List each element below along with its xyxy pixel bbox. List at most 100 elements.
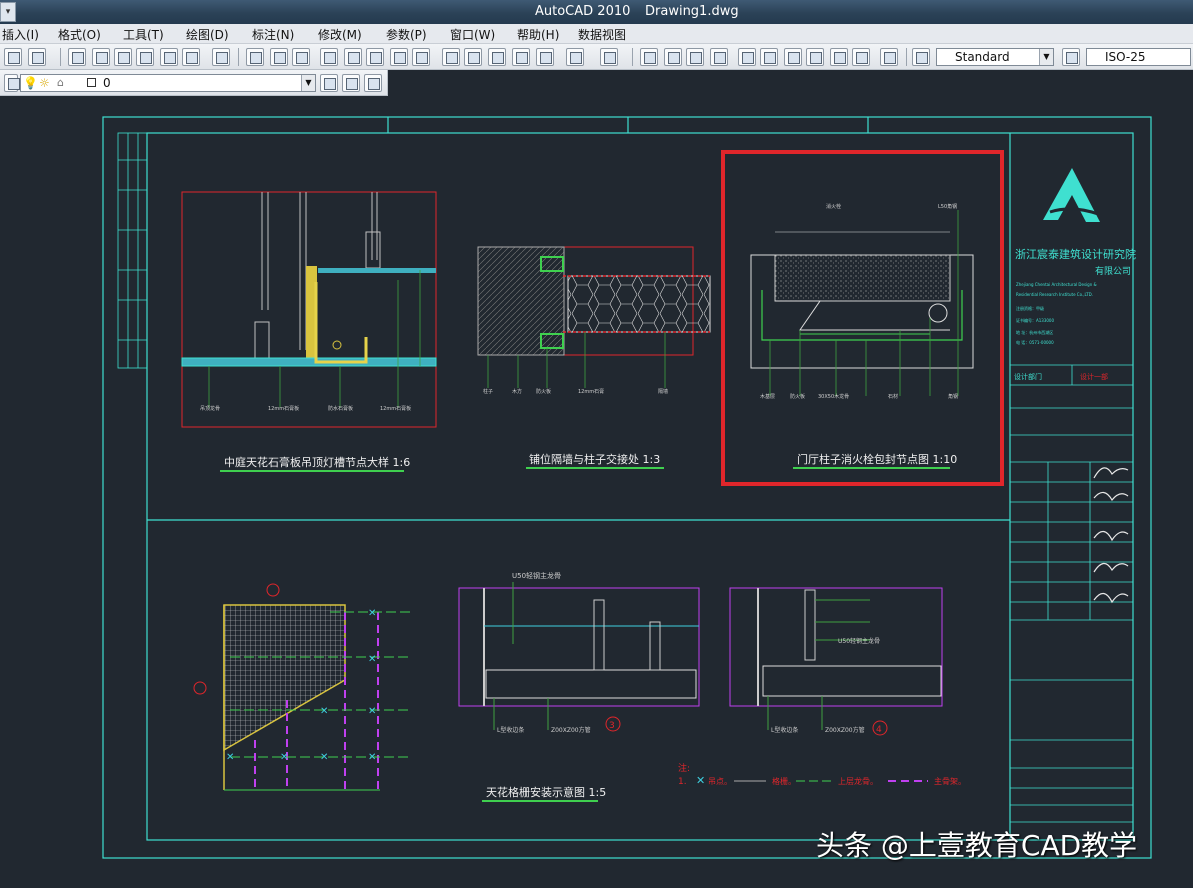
tool-palette-icon[interactable] (114, 48, 132, 66)
redo2-icon[interactable] (600, 48, 618, 66)
sheet-set-icon[interactable] (136, 48, 154, 66)
svg-text:Residential Research Institute: Residential Research Institute Co.,LTD. (1016, 292, 1093, 297)
menu-help[interactable]: 帮助(H) (517, 26, 559, 43)
markup2-icon[interactable] (830, 48, 848, 66)
svg-text:✕: ✕ (368, 752, 376, 763)
3d-dwf-icon[interactable] (390, 48, 408, 66)
svg-text:12mm石膏: 12mm石膏 (578, 388, 604, 395)
layer-select[interactable]: 💡 ☼ ⌂ 0 ▼ (20, 74, 316, 92)
menu-insert[interactable]: 插入(I) (2, 26, 39, 43)
markup-icon[interactable] (160, 48, 178, 66)
qnew-icon[interactable] (246, 48, 264, 66)
text-style-icon[interactable] (912, 48, 930, 66)
menu-data-view[interactable]: 数据视图 (578, 26, 626, 43)
detail-1-ceiling-section: 吊顶龙骨 12mm石膏板 防水石膏板 12mm石膏板 (181, 191, 437, 428)
chevron-down-icon: ▼ (301, 75, 315, 91)
properties2-icon[interactable] (738, 48, 756, 66)
help2-icon[interactable] (880, 48, 898, 66)
svg-text:✕: ✕ (368, 608, 376, 619)
copy-icon[interactable] (464, 48, 482, 66)
svg-text:地 址：杭州市西湖区: 地 址：杭州市西湖区 (1016, 329, 1053, 335)
svg-text:隔墙: 隔墙 (658, 388, 668, 395)
zoom-previous-icon[interactable] (710, 48, 728, 66)
save-icon[interactable] (292, 48, 310, 66)
tool-palette2-icon[interactable] (784, 48, 802, 66)
paste-icon[interactable] (488, 48, 506, 66)
sheet-set2-icon[interactable] (806, 48, 824, 66)
layer-state-icon[interactable] (364, 74, 382, 92)
company-logo (1043, 168, 1100, 222)
menu-modify[interactable]: 修改(M) (318, 26, 362, 43)
svg-text:L50角钢: L50角钢 (938, 203, 957, 210)
match-prop-icon[interactable] (512, 48, 530, 66)
legend-item-1: 吊点。 (708, 777, 732, 786)
color-swatch (87, 78, 96, 87)
grid-tube-label: Z00XZ00方管 (825, 726, 865, 734)
legend-item-3: 上层龙骨。 (838, 776, 878, 786)
l-keel-label: L型收边条 (771, 726, 798, 734)
menu-parametric[interactable]: 参数(P) (386, 26, 427, 43)
quickcalc2-icon[interactable] (852, 48, 870, 66)
menu-tools[interactable]: 工具(T) (123, 26, 164, 43)
drawing-area[interactable]: 吊顶龙骨 12mm石膏板 防水石膏板 12mm石膏板 中庭天花石膏板吊顶灯槽节点大样… (0, 96, 1193, 888)
svg-text:✕: ✕ (226, 752, 234, 763)
layer-previous-icon[interactable] (342, 74, 360, 92)
zoom-window-icon[interactable] (686, 48, 704, 66)
autocad-window: ▾ AutoCAD 2010 Drawing1.dwg 插入(I) 格式(O) … (0, 0, 1193, 888)
block-editor-icon[interactable] (536, 48, 554, 66)
separator (238, 48, 239, 66)
new-icon[interactable] (4, 48, 22, 66)
company-name-suffix: 有限公司 (1095, 265, 1131, 277)
svg-text:石材: 石材 (888, 393, 898, 400)
undo-icon[interactable] (566, 48, 584, 66)
open-icon[interactable] (270, 48, 288, 66)
svg-text:防火板: 防火板 (536, 388, 551, 395)
sun-icon: ☼ (39, 76, 50, 90)
svg-text:木基层: 木基层 (760, 393, 775, 400)
cut-icon[interactable] (442, 48, 460, 66)
svg-text:Zhejiang Chentai Architectural: Zhejiang Chentai Architectural Design & (1016, 282, 1097, 287)
menu-format[interactable]: 格式(O) (58, 26, 101, 43)
svg-text:12mm石膏板: 12mm石膏板 (380, 405, 411, 412)
pan-icon[interactable] (640, 48, 658, 66)
make-current-icon[interactable] (320, 74, 338, 92)
cad-drawing: 吊顶龙骨 12mm石膏板 防水石膏板 12mm石膏板 中庭天花石膏板吊顶灯槽节点大样… (102, 116, 1152, 859)
title-bar: ▾ AutoCAD 2010 Drawing1.dwg (0, 0, 1193, 24)
chevron-down-icon: ▼ (1039, 49, 1053, 65)
standard-toolbar: Standard ▼ ISO-25 (0, 44, 1193, 70)
zoom-realtime-icon[interactable] (664, 48, 682, 66)
menu-draw[interactable]: 绘图(D) (186, 26, 229, 43)
u50-label: U50轻钢主龙骨 (512, 571, 561, 580)
svg-text:✕: ✕ (368, 706, 376, 717)
design-center2-icon[interactable] (760, 48, 778, 66)
help-icon[interactable] (212, 48, 230, 66)
layers-toolbar: 💡 ☼ ⌂ 0 ▼ (0, 70, 388, 96)
app-title: AutoCAD 2010 (535, 4, 631, 19)
svg-text:柱子: 柱子 (483, 388, 493, 395)
text-style-select[interactable]: Standard ▼ (936, 48, 1054, 66)
properties-icon[interactable] (68, 48, 86, 66)
application-menu-button[interactable]: ▾ (0, 2, 16, 22)
menu-dimension[interactable]: 标注(N) (252, 26, 294, 43)
file-name: Drawing1.dwg (645, 4, 739, 19)
dim-style-select[interactable]: ISO-25 (1086, 48, 1191, 66)
publish-icon[interactable] (366, 48, 384, 66)
plot-icon[interactable] (320, 48, 338, 66)
dim-style-icon[interactable] (1062, 48, 1080, 66)
l-keel-label: L型收边条 (497, 726, 524, 734)
layer-manager-icon[interactable] (4, 74, 20, 92)
redo-icon[interactable] (28, 48, 46, 66)
design-center-icon[interactable] (92, 48, 110, 66)
grid-section-4 (729, 587, 943, 730)
menu-window[interactable]: 窗口(W) (450, 26, 495, 43)
watermark: 头条 @上壹教育CAD教学 (816, 829, 1138, 862)
quickcalc-icon[interactable] (182, 48, 200, 66)
preview-icon[interactable] (344, 48, 362, 66)
svg-text:✕: ✕ (368, 654, 376, 665)
legend-number: 1. (678, 777, 687, 787)
etransmit-icon[interactable] (412, 48, 430, 66)
detail-1-title: 中庭天花石膏板吊顶灯槽节点大样 1:6 (224, 455, 410, 469)
detail-4-title: 天花格栅安装示意图 1:5 (486, 785, 606, 799)
hanger-point-icon: ✕ (696, 774, 705, 787)
section-number: 3 (609, 721, 615, 731)
